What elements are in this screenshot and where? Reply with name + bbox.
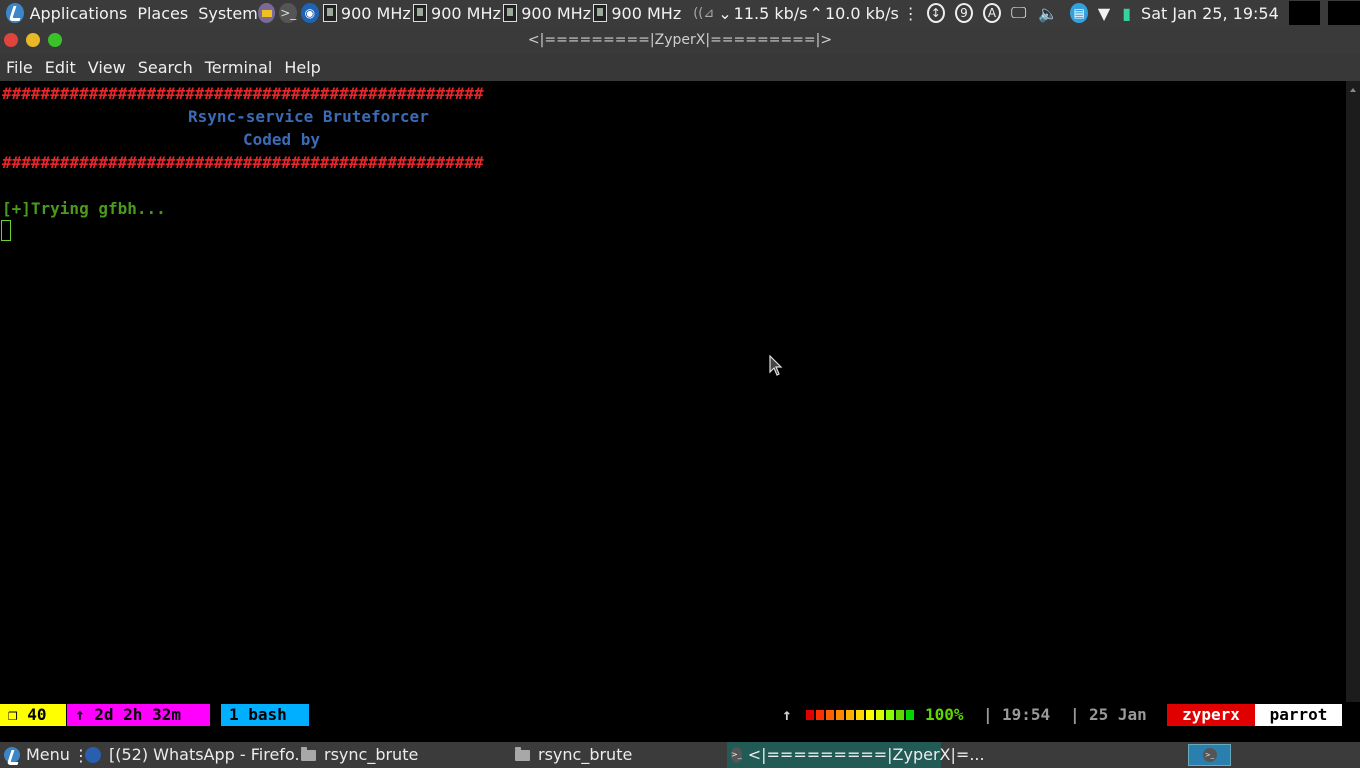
net-up-speed: 10.0 kb/s xyxy=(824,3,899,23)
banner-border-bottom: ########################################… xyxy=(2,153,484,172)
banner-subtitle: Coded by xyxy=(243,130,321,149)
trying-status-line: [+]Trying gfbh... xyxy=(2,199,166,218)
window-title: <|=========|ZyperX|=========|> xyxy=(527,32,833,48)
clock[interactable]: Sat Jan 25, 19:54 xyxy=(1141,4,1279,23)
menu-help[interactable]: Help xyxy=(284,58,320,77)
menu-search[interactable]: Search xyxy=(138,58,193,77)
network-icon: ((⊿ xyxy=(693,5,715,21)
file-manager-icon[interactable] xyxy=(257,3,276,23)
cpu-icon xyxy=(412,4,428,22)
tmux-uptime: ↑ 2d 2h 32m xyxy=(67,704,210,726)
start-menu-button[interactable]: Menu xyxy=(4,742,70,768)
menu-edit[interactable]: Edit xyxy=(45,58,76,77)
cpu-freq-2: 900 MHz xyxy=(431,3,501,23)
download-arrow-icon: ⌄ xyxy=(718,3,732,23)
terminal-cursor xyxy=(1,220,11,241)
menu-file[interactable]: File xyxy=(6,58,33,77)
volume-icon[interactable]: 🔈 xyxy=(1038,4,1058,23)
workspace-preview-2[interactable] xyxy=(1328,1,1360,25)
wifi-icon[interactable]: ▼ xyxy=(1098,4,1110,23)
taskbar-item-label: <|=========|ZyperX|=... xyxy=(747,745,985,764)
tmux-window-count: ❐ 40 xyxy=(0,704,66,726)
taskbar-item-terminal[interactable]: >_ <|=========|ZyperX|=... xyxy=(727,742,985,768)
workspace-preview-1[interactable] xyxy=(1288,1,1321,25)
menu-terminal[interactable]: Terminal xyxy=(205,58,273,77)
display-icon[interactable]: 🖵 xyxy=(1011,3,1026,23)
tmux-user: zyperx xyxy=(1167,704,1255,726)
parrot-logo-icon xyxy=(4,747,20,763)
window-titlebar[interactable]: <|=========|ZyperX|=========|> xyxy=(0,26,1360,54)
tmux-time: 19:54 xyxy=(1002,705,1051,724)
parrot-logo-icon[interactable] xyxy=(6,3,24,23)
mouse-pointer-icon xyxy=(769,355,783,376)
taskbar-item-label: rsync_brute xyxy=(324,745,419,764)
upload-arrow-icon: ⌃ xyxy=(809,3,823,23)
terminal-icon: >_ xyxy=(1202,748,1217,762)
cpu-freq-1: 900 MHz xyxy=(340,3,411,23)
taskbar-item-folder-1[interactable]: rsync_brute xyxy=(301,742,418,768)
panel-separator-icon: ⋮ xyxy=(902,3,919,23)
net-down-speed: 11.5 kb/s xyxy=(733,3,808,23)
applications-menu[interactable]: Applications xyxy=(30,4,128,23)
tmux-status-bar: ❐ 40 ↑ 2d 2h 32m 1 bash ↑ 100% | 19:54 |… xyxy=(0,702,1360,727)
terminal-icon: >_ xyxy=(731,747,742,763)
start-menu-label: Menu xyxy=(26,745,70,764)
tmux-host: parrot xyxy=(1255,704,1342,726)
workspace-badge[interactable]: 9 xyxy=(954,3,973,23)
terminal-menubar: File Edit View Search Terminal Help xyxy=(0,54,1360,81)
tmux-upload-arrow: ↑ xyxy=(782,705,792,724)
cpu-freq-3: 900 MHz xyxy=(521,3,592,23)
bottom-taskbar: Menu ⋮ [(52) WhatsApp - Firefo... rsync_… xyxy=(0,742,1360,768)
folder-icon xyxy=(301,746,316,761)
firefox-icon xyxy=(85,747,101,763)
terminal-launcher-icon[interactable]: >_ xyxy=(279,3,298,23)
terminal-scrollbar[interactable] xyxy=(1346,81,1360,702)
banner-title: Rsync-service Bruteforcer xyxy=(188,107,429,126)
tmux-active-window[interactable]: 1 bash xyxy=(221,704,309,726)
battery-icon[interactable]: ▮ xyxy=(1122,4,1131,23)
taskbar-item-folder-2[interactable]: rsync_brute xyxy=(515,742,632,768)
cpu-icon xyxy=(322,4,337,22)
system-menu[interactable]: System xyxy=(198,4,258,23)
notes-icon[interactable]: ▤ xyxy=(1070,3,1088,23)
taskbar-item-label: [(52) WhatsApp - Firefo... xyxy=(109,745,310,764)
terminal-output[interactable]: ########################################… xyxy=(0,81,1346,702)
taskbar-item-firefox[interactable]: [(52) WhatsApp - Firefo... xyxy=(85,742,310,768)
cpu-icon xyxy=(502,4,518,22)
places-menu[interactable]: Places xyxy=(137,4,188,23)
menu-view[interactable]: View xyxy=(88,58,126,77)
cpu-icon xyxy=(593,4,608,22)
updates-icon[interactable]: ↕ xyxy=(926,3,945,23)
folder-icon xyxy=(515,746,530,761)
keyboard-layout-badge[interactable]: A xyxy=(982,3,1001,23)
tmux-battery-percent: 100% xyxy=(925,705,964,724)
banner-border-top: ########################################… xyxy=(2,84,484,103)
browser-launcher-icon[interactable]: ◉ xyxy=(301,3,319,23)
battery-level-bar xyxy=(806,710,916,720)
scroll-up-icon[interactable] xyxy=(1350,88,1356,92)
top-panel: Applications Places System >_ ◉ 900 MHz … xyxy=(0,0,1360,26)
tmux-date: 25 Jan xyxy=(1089,705,1147,724)
taskbar-item-label: rsync_brute xyxy=(538,745,633,764)
workspace-switcher[interactable]: >_ xyxy=(1188,744,1231,766)
cpu-freq-4: 900 MHz xyxy=(611,3,682,23)
